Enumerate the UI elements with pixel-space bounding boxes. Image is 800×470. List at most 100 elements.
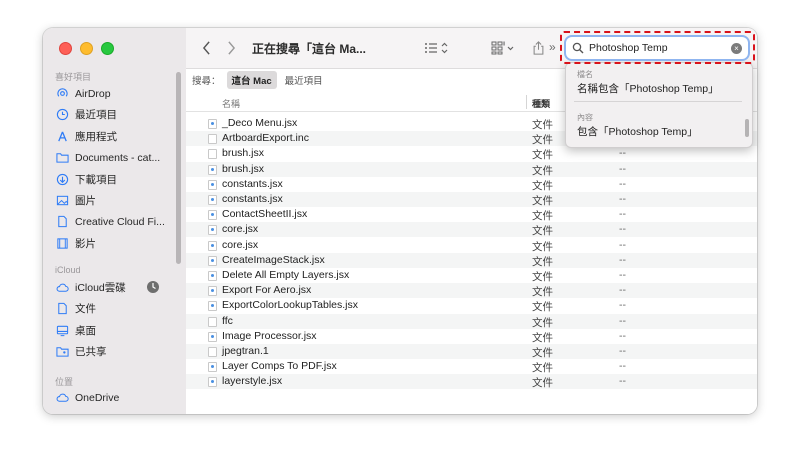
file-row[interactable]: core.jsx 文件 -- [186,222,757,238]
sidebar-item-locations-0[interactable]: OneDrive [55,388,177,407]
column-kind[interactable]: 種類 [532,97,550,110]
sidebar-item-icloud-1[interactable]: 文件 [55,299,177,318]
file-name: ContactSheetII.jsx [222,208,308,221]
file-name: Image Processor.jsx [222,329,317,342]
sidebar-item-favorites-1[interactable]: 最近項目 [55,105,177,124]
file-row[interactable]: brush.jsx 文件 -- [186,146,757,161]
file-kind: 文件 [532,316,553,329]
file-row[interactable]: Image Processor.jsx 文件 -- [186,329,757,344]
sidebar-item-favorites-6[interactable]: Creative Cloud Fi... [55,212,177,231]
sidebar-item-icloud-2[interactable]: 桌面 [55,321,177,340]
sidebar-item-label: 應用程式 [75,130,117,143]
scope-label: 搜尋： [192,76,221,87]
document-icon [55,302,69,316]
file-kind: 文件 [532,179,553,192]
file-name: Layer Comps To PDF.jsx [222,360,337,373]
suggestion-content[interactable]: 包含「Photoshop Temp」 [577,124,698,139]
file-name: jpegtran.1 [222,345,269,357]
file-kind: 文件 [532,271,553,283]
toolbar-overflow-button[interactable]: » [549,40,556,54]
close-window-button[interactable] [59,42,72,55]
scope-recents[interactable]: 最近項目 [285,73,323,87]
file-row[interactable]: Layer Comps To PDF.jsx 文件 -- [186,359,757,374]
file-row[interactable]: ExportColorLookupTables.jsx 文件 -- [186,298,757,313]
document-icon [55,215,69,229]
script-file-icon [208,210,217,221]
zoom-window-button[interactable] [101,42,114,55]
file-extra: -- [619,193,626,205]
sidebar-item-favorites-4[interactable]: 下載項目 [55,170,177,189]
file-kind: 文件 [532,134,553,147]
sidebar-item-label: Creative Cloud Fi... [75,215,165,228]
script-file-icon [208,119,217,129]
script-file-icon [208,286,217,297]
sidebar-item-favorites-2[interactable]: 應用程式 [55,127,177,146]
sidebar-item-favorites-7[interactable]: 影片 [55,234,177,253]
suggestion-divider [574,101,742,102]
sidebar-section-locations: 位置 [55,377,74,387]
share-button[interactable] [533,40,544,56]
file-row[interactable]: constants.jsx 文件 -- [186,192,757,207]
suggestion-scrollbar[interactable] [745,119,749,137]
view-options-button[interactable] [424,40,450,56]
sidebar-item-favorites-0[interactable]: AirDrop [55,84,177,103]
script-file-icon [208,377,217,388]
file-kind: 文件 [532,331,553,344]
search-input[interactable]: Photoshop Temp [589,42,731,54]
file-kind: 文件 [532,149,553,162]
film-icon [55,236,69,250]
column-name[interactable]: 名稱 [222,97,240,110]
column-divider[interactable] [526,95,527,109]
search-field[interactable]: Photoshop Temp × [566,37,748,59]
file-icon [208,347,217,357]
sidebar-item-label: 圖片 [75,195,96,207]
file-row[interactable]: jpegtran.1 文件 -- [186,344,757,359]
file-row[interactable]: ffc 文件 -- [186,313,757,329]
minimize-window-button[interactable] [80,42,93,55]
sidebar-item-label: 下載項目 [75,173,117,186]
file-row[interactable]: Delete All Empty Layers.jsx 文件 -- [186,268,757,283]
file-name: core.jsx [222,238,259,251]
sidebar-item-label: Documents - cat... [75,151,161,164]
sidebar-item-favorites-5[interactable]: 圖片 [55,191,177,210]
search-suggestions: 檔名 名稱包含「Photoshop Temp」 內容 包含「Photoshop … [565,62,753,148]
forward-button[interactable] [227,40,236,56]
file-row[interactable]: Export For Aero.jsx 文件 -- [186,283,757,299]
suggestion-filename[interactable]: 名稱包含「Photoshop Temp」 [577,81,719,96]
back-button[interactable] [202,40,211,56]
sidebar-section-icloud: iCloud [55,265,81,275]
file-name: constants.jsx [222,193,283,205]
file-kind: 文件 [532,240,553,253]
file-row[interactable]: CreateImageStack.jsx 文件 -- [186,252,757,268]
window-controls [59,42,114,55]
file-extra: -- [619,223,626,236]
file-row[interactable]: layerstyle.jsx 文件 -- [186,374,757,390]
sidebar-item-icloud-3[interactable]: 已共享 [55,342,177,361]
file-row[interactable]: constants.jsx 文件 -- [186,177,757,192]
file-row[interactable]: core.jsx 文件 -- [186,238,757,253]
file-extra: -- [619,360,626,373]
sidebar-item-favorites-3[interactable]: Documents - cat... [55,148,177,167]
file-kind: 文件 [532,255,553,268]
file-name: ExportColorLookupTables.jsx [222,299,358,312]
list-fade [186,390,757,414]
share-icon [533,41,544,55]
file-row[interactable]: ContactSheetII.jsx 文件 -- [186,207,757,222]
script-file-icon [208,271,217,281]
file-row[interactable]: brush.jsx 文件 -- [186,161,757,177]
file-name: constants.jsx [222,177,283,190]
file-extra: -- [619,284,626,297]
file-kind: 文件 [532,164,553,177]
clear-search-icon[interactable]: × [731,42,742,54]
file-extra: -- [619,147,626,160]
file-name: core.jsx [222,223,259,236]
scope-this-mac[interactable]: 這台 Mac [226,71,277,89]
file-name: brush.jsx [222,147,265,160]
script-file-icon [208,301,217,312]
file-icon [208,134,217,145]
group-button[interactable] [491,40,517,56]
cloud-icon [55,391,69,405]
desktop-icon [55,323,69,337]
airdrop-icon [55,87,69,101]
suggestion-header-filename: 檔名 [577,70,593,79]
